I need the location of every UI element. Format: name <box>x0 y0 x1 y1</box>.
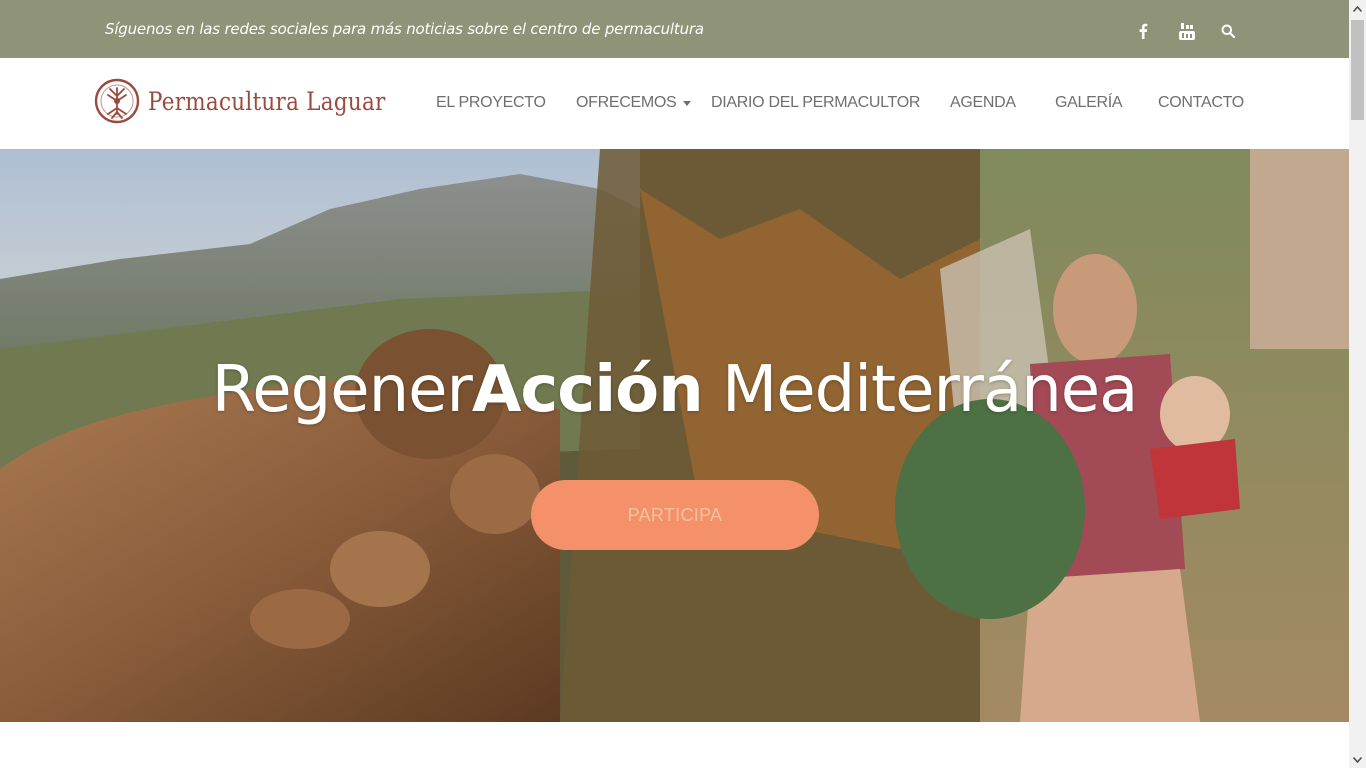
page-content-area <box>0 722 1349 768</box>
nav-ofrecemos[interactable]: OFRECEMOS <box>576 94 677 112</box>
facebook-icon[interactable] <box>1132 20 1154 42</box>
site-header: Permacultura Laguar EL PROYECTO OFRECEMO… <box>0 58 1349 149</box>
hero-banner: RegenerAcción Mediterránea PARTICIPA <box>0 149 1349 722</box>
youtube-icon[interactable] <box>1176 20 1198 42</box>
hero-background-image <box>0 149 1349 722</box>
social-tagline: Síguenos en las redes sociales para más … <box>105 20 704 38</box>
nav-contacto[interactable]: CONTACTO <box>1158 94 1244 112</box>
chevron-down-icon[interactable] <box>683 101 691 106</box>
site-logo[interactable]: Permacultura Laguar <box>94 78 424 124</box>
hero-title-part1: Regener <box>211 353 473 427</box>
logo-text: Permacultura Laguar <box>148 86 386 116</box>
scroll-down-icon[interactable] <box>1349 751 1366 768</box>
scroll-up-icon[interactable] <box>1349 0 1366 17</box>
participa-button[interactable]: PARTICIPA <box>531 480 819 550</box>
hero-title-part2: Acción <box>471 353 704 427</box>
hero-title-part3: Mediterránea <box>702 353 1138 427</box>
nav-galeria[interactable]: GALERÍA <box>1055 94 1123 112</box>
tree-logo-icon <box>94 78 140 124</box>
hero-title: RegenerAcción Mediterránea <box>0 353 1349 427</box>
social-top-bar: Síguenos en las redes sociales para más … <box>0 0 1349 58</box>
nav-agenda[interactable]: AGENDA <box>950 94 1016 112</box>
search-icon[interactable] <box>1217 20 1239 42</box>
vertical-scrollbar[interactable] <box>1349 0 1366 768</box>
nav-diario-del-permacultor[interactable]: DIARIO DEL PERMACULTOR <box>711 94 920 112</box>
scrollbar-thumb[interactable] <box>1351 20 1364 120</box>
nav-el-proyecto[interactable]: EL PROYECTO <box>436 94 546 112</box>
